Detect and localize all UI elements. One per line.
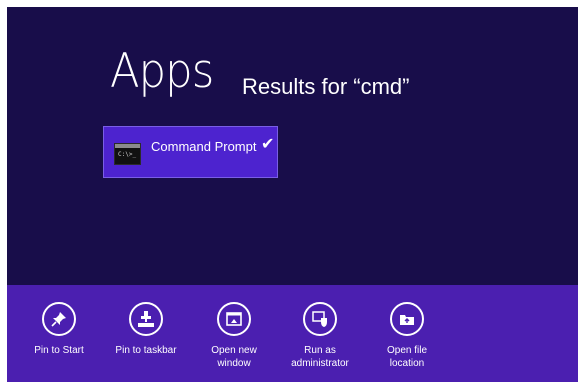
app-bar: Pin to Start Pin to taskbar Open new win…: [7, 285, 578, 382]
page-title: Apps: [110, 44, 214, 99]
app-tile-command-prompt[interactable]: C:\>_ Command Prompt ✔: [103, 126, 278, 178]
command-prompt-icon: C:\>_: [114, 143, 141, 165]
pin-to-start-button[interactable]: Pin to Start: [19, 302, 99, 357]
pin-to-start-label: Pin to Start: [34, 345, 84, 356]
run-as-administrator-button[interactable]: Run as administrator: [280, 302, 360, 370]
open-file-location-button[interactable]: Open file location: [367, 302, 447, 370]
open-new-window-label: Open new window: [211, 345, 257, 369]
pin-to-taskbar-label: Pin to taskbar: [115, 345, 177, 356]
run-as-administrator-label: Run as administrator: [291, 345, 349, 369]
app-tile-label: Command Prompt: [151, 139, 257, 154]
open-file-location-label: Open file location: [386, 345, 428, 369]
selected-check-icon: ✔: [261, 134, 275, 153]
pin-taskbar-icon: [129, 302, 163, 336]
search-results-subtitle: Results for “cmd”: [242, 74, 410, 99]
command-prompt-icon-text: C:\>_: [118, 151, 137, 158]
start-screen: Apps Results for “cmd” C:\>_ Command Pro…: [7, 7, 578, 382]
search-results-area: Apps Results for “cmd” C:\>_ Command Pro…: [7, 7, 578, 285]
shield-icon: [303, 302, 337, 336]
open-new-window-button[interactable]: Open new window: [194, 302, 274, 370]
folder-icon: [390, 302, 424, 336]
pin-icon: [42, 302, 76, 336]
pin-to-taskbar-button[interactable]: Pin to taskbar: [106, 302, 186, 357]
open-window-icon: [217, 302, 251, 336]
